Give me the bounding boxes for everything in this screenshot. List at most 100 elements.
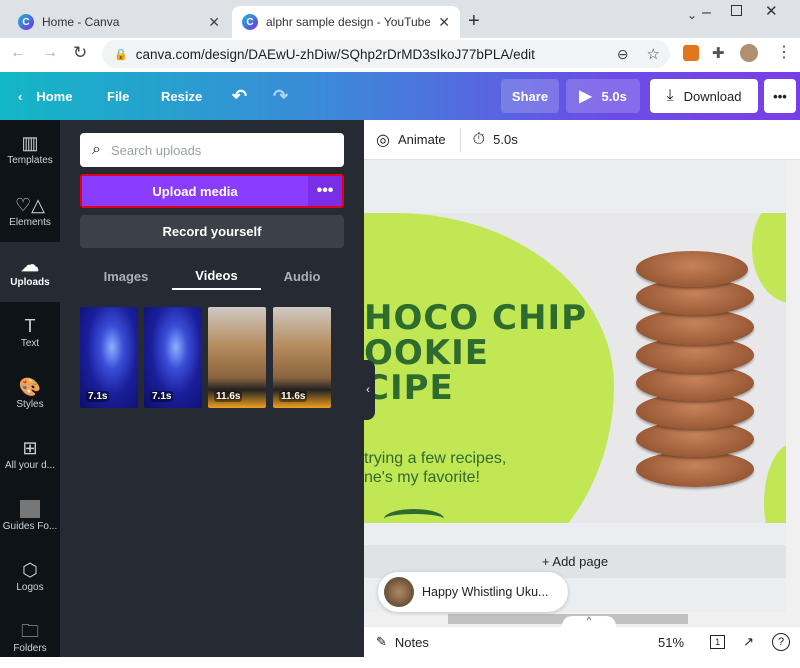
minimize-icon[interactable]: – [702,4,711,22]
reload-icon[interactable]: ↻ [73,43,87,63]
video-thumbnail[interactable]: 7.1s [80,307,138,408]
fullscreen-icon[interactable]: ↗ [743,634,754,650]
maximize-icon[interactable] [731,5,742,16]
browser-tab-design[interactable]: C alphr sample design - YouTube Thumbnai… [232,6,460,38]
upload-more-options-button[interactable]: ••• [308,176,342,206]
sidebar-icon: ⊞ [22,438,38,458]
browser-tab-home[interactable]: C Home - Canva ✕ [8,6,230,38]
url-text: canva.com/design/DAEwU-zhDiw/SQhp2rDrMD3… [135,46,535,62]
sidebar-item-guides-fo[interactable]: Guides Fo... [0,486,60,546]
forward-icon[interactable]: → [42,44,58,62]
metamask-extension-icon[interactable] [683,45,699,61]
video-duration: 7.1s [150,391,174,402]
tab-search-icon[interactable]: ⌄ [687,8,697,22]
sidebar-item-label: Text [20,338,40,349]
sidebar-item-label: Folders [13,643,47,654]
play-duration: 5.0s [601,88,627,104]
animate-button[interactable]: ◎ Animate [376,127,461,152]
sidebar-icon: 🎨 [18,377,42,397]
chevron-left-icon: ‹ [366,384,370,396]
close-window-icon[interactable]: ✕ [765,2,778,20]
share-button[interactable]: Share [501,79,559,113]
video-thumbnail[interactable]: 11.6s [208,307,266,408]
undo-icon[interactable]: ↶ [232,72,247,120]
sidebar-item-logos[interactable]: ⬡ Logos [0,547,60,607]
more-options-button[interactable]: ••• [764,79,796,113]
sidebar-item-text[interactable]: T Text [0,303,60,363]
vertical-scrollbar[interactable] [786,160,800,612]
file-menu[interactable]: File [107,72,129,120]
green-shape [764,443,786,523]
sidebar-item-label: Styles [16,399,44,410]
sidebar-item-styles[interactable]: 🎨 Styles [0,364,60,424]
record-yourself-button[interactable]: Record yourself [80,215,344,248]
audio-thumbnail [384,577,414,607]
lock-icon: 🔒 [114,48,128,61]
video-duration: 7.1s [86,391,110,402]
notes-button[interactable]: ✎ Notes [376,634,429,650]
sidebar-item-label: Guides Fo... [2,521,58,532]
decorative-swoosh [384,509,444,523]
download-label: Download [683,88,742,104]
home-button[interactable]: ‹ Home [18,72,72,120]
design-subtext[interactable]: trying a few recipes, ne's my favorite! [364,449,506,487]
zoom-icon[interactable]: ⊖ [617,46,629,63]
page-count-button[interactable]: 1 [710,635,726,649]
sidebar-item-label: Logos [16,582,44,593]
resize-menu[interactable]: Resize [161,72,202,120]
design-page[interactable]: HOCO CHIP OOKIE CIPE trying a few recipe… [364,213,786,523]
design-headline[interactable]: HOCO CHIP OOKIE CIPE [364,301,587,406]
new-tab-icon[interactable]: + [468,10,480,33]
video-duration: 11.6s [279,391,308,402]
upload-media-button[interactable]: Upload media ••• [80,174,344,208]
video-thumbnail[interactable]: 11.6s [273,307,331,408]
canva-favicon-icon: C [242,14,258,30]
subtext-line: trying a few recipes, [364,450,507,467]
tab-title: alphr sample design - YouTube Thumbnail [266,15,431,29]
redo-icon[interactable]: ↷ [273,72,288,120]
sidebar-icon: ⬡ [22,560,38,580]
sidebar-item-uploads[interactable]: ☁ Uploads [0,242,60,302]
sidebar-item-elements[interactable]: ♡△ Elements [0,182,60,242]
canva-header: ‹ Home File Resize ↶ ↷ Share ▶ 5.0s ⤓ Downl… [0,72,800,120]
upload-media-label[interactable]: Upload media [82,176,308,206]
bookmark-star-icon[interactable]: ☆ [647,45,660,63]
sidebar-item-all-your-d[interactable]: ⊞ All your d... [0,425,60,485]
audio-title: Happy Whistling Uku... [422,585,549,599]
url-field[interactable]: 🔒 canva.com/design/DAEwU-zhDiw/SQhp2rDrM… [102,40,670,68]
profile-avatar[interactable] [740,44,758,62]
collapse-panel-button[interactable]: ‹ [361,360,375,420]
headline-line: HOCO CHIP [364,298,588,338]
green-shape [752,213,786,303]
back-icon[interactable]: ← [10,44,26,62]
headline-line: CIPE [364,368,454,408]
help-icon[interactable]: ? [772,633,790,651]
animate-label: Animate [397,132,446,147]
download-icon: ⤓ [666,87,674,104]
headline-line: OOKIE [364,333,490,373]
subtext-line: ne's my favorite! [364,469,480,486]
sidebar-item-templates[interactable]: ▥ Templates [0,120,60,180]
home-label: Home [36,88,73,104]
search-uploads-input[interactable]: ⌕ Search uploads [80,133,344,167]
timing-button[interactable]: ⏱ 5.0s [473,131,518,149]
browser-menu-icon[interactable]: ⋮ [776,42,792,62]
download-button[interactable]: ⤓ Download [650,79,758,113]
chevron-left-icon: ‹ [18,88,23,104]
sidebar-item-folders[interactable]: 🗀 Folders [0,608,60,668]
tab-videos[interactable]: Videos [172,262,261,290]
tab-images[interactable]: Images [84,262,168,290]
search-icon: ⌕ [92,141,101,158]
video-thumbnail[interactable]: 7.1s [144,307,202,408]
present-button[interactable]: ▶ 5.0s [566,79,640,113]
audio-track-chip[interactable]: Happy Whistling Uku... [378,572,568,612]
extensions-puzzle-icon[interactable]: ✚ [712,44,725,62]
canva-favicon-icon: C [18,14,34,30]
close-tab-icon[interactable]: ✕ [438,14,450,31]
tab-audio[interactable]: Audio [264,262,340,290]
editor-footer: ✎ Notes 51% 1 ↗ ? [364,627,800,657]
animate-icon: ◎ [376,131,390,149]
zoom-level[interactable]: 51% [658,635,684,650]
tab-title: Home - Canva [42,15,120,29]
close-tab-icon[interactable]: ✕ [208,14,220,31]
